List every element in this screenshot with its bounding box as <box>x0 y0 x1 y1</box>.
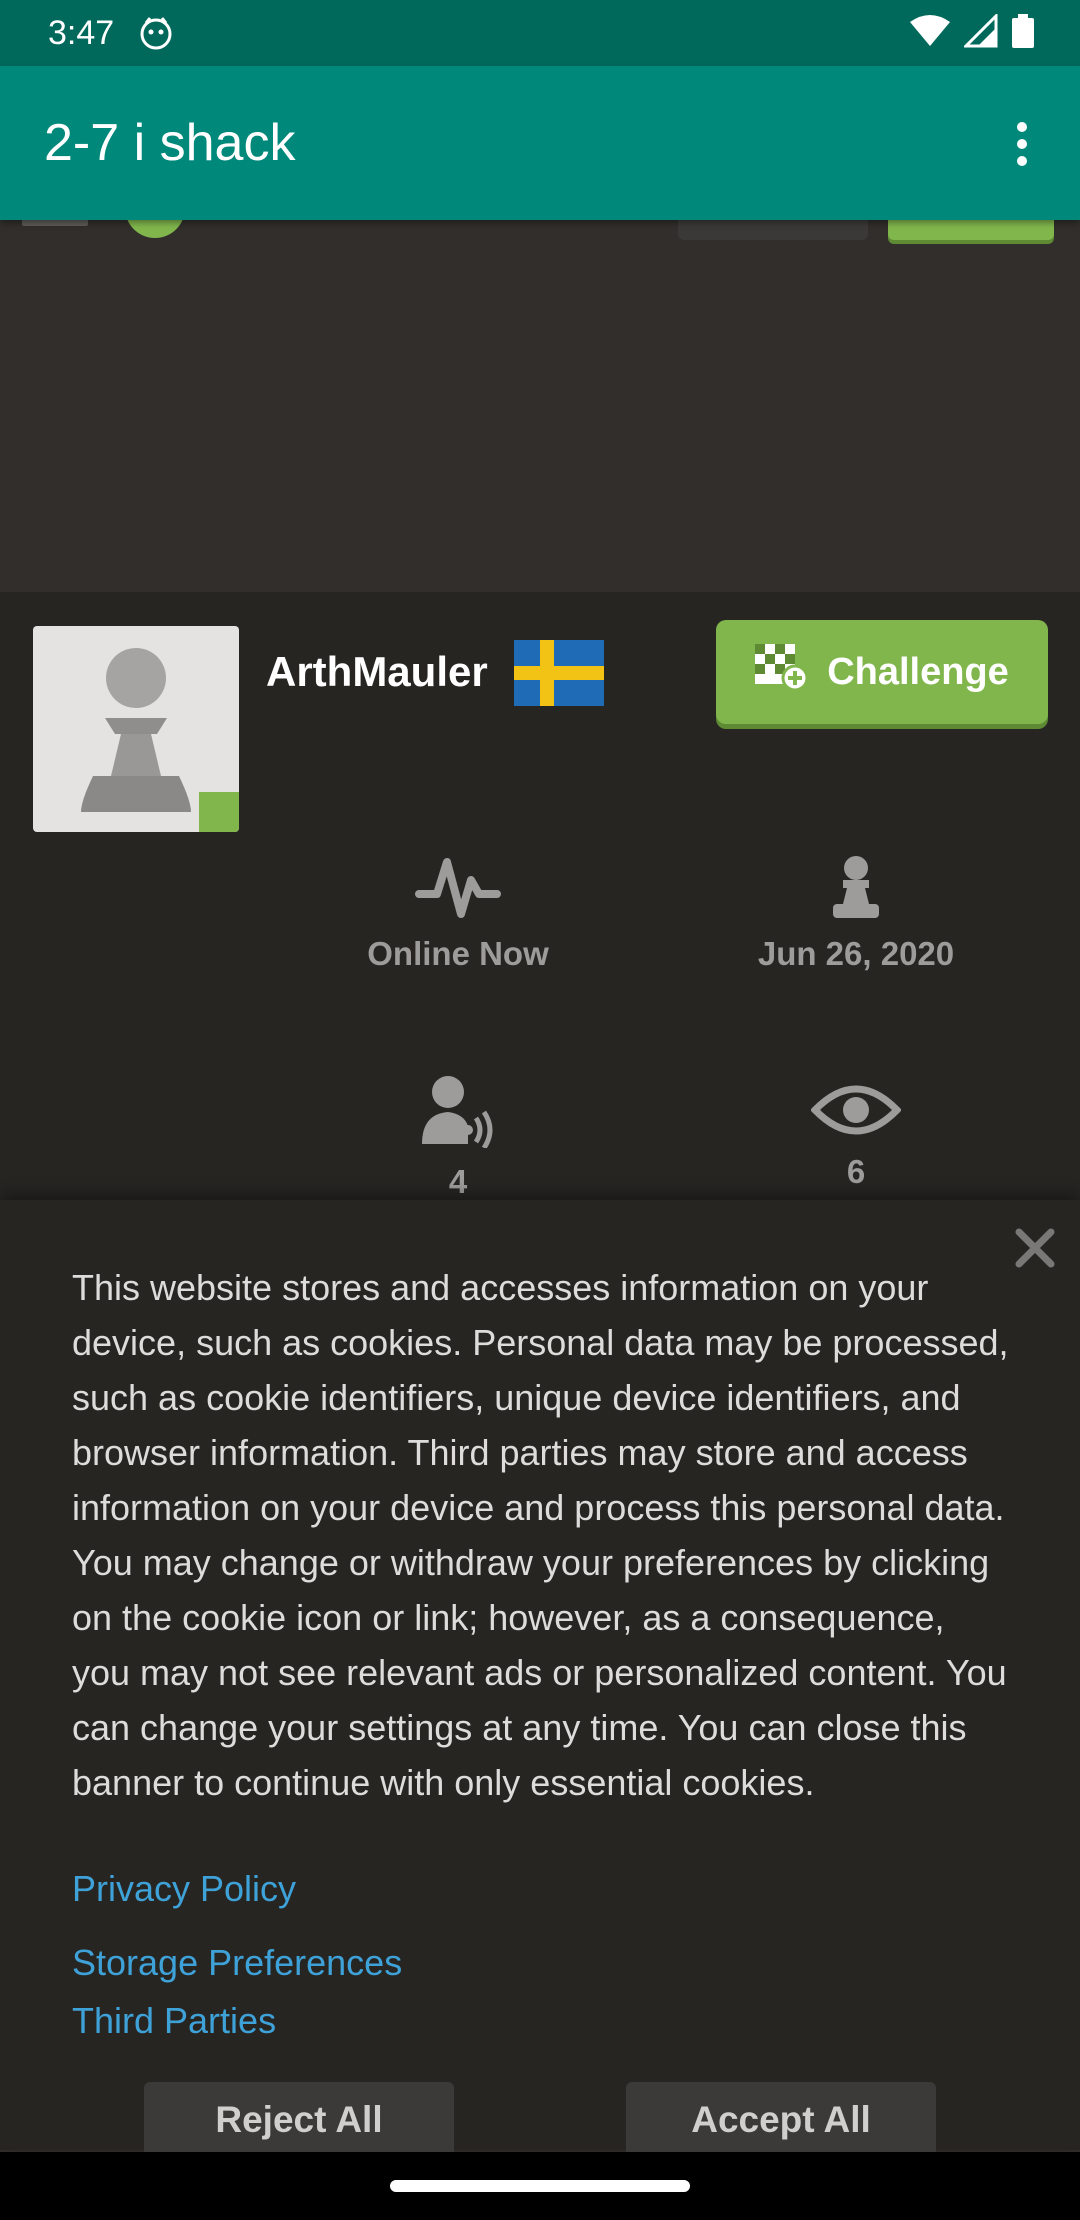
privacy-policy-link[interactable]: Privacy Policy <box>72 1868 296 1910</box>
app-bar: 2-7 i shack <box>0 66 1080 220</box>
cookie-banner: This website stores and accesses informa… <box>0 1200 1080 2158</box>
notification-icon <box>138 15 174 51</box>
cookie-text: This website stores and accesses informa… <box>72 1267 1009 1803</box>
signal-icon <box>962 12 998 57</box>
eye-icon <box>706 1082 1006 1143</box>
challenge-board-icon <box>755 644 809 700</box>
storage-preferences-link[interactable]: Storage Preferences <box>72 1942 402 1984</box>
avatar[interactable] <box>33 626 239 832</box>
battery-icon <box>1012 14 1034 57</box>
wifi-icon <box>910 14 950 57</box>
stat-label: Online Now <box>367 935 549 972</box>
challenge-button[interactable]: Challenge <box>716 620 1048 724</box>
username[interactable]: ArthMauler <box>266 648 488 696</box>
home-gesture-handle[interactable] <box>390 2180 690 2192</box>
profile-card: ArthMauler Challenge Online Now Jun 26, … <box>0 592 1080 1252</box>
reject-all-button[interactable]: Reject All <box>144 2082 454 2158</box>
stat-label: Jun 26, 2020 <box>757 935 955 972</box>
stat-online-status: Online Now <box>308 854 608 973</box>
close-icon[interactable] <box>1013 1226 1057 1270</box>
stat-label: 4 <box>448 1163 468 1200</box>
third-parties-link[interactable]: Third Parties <box>72 2000 276 2042</box>
sweden-flag-icon <box>514 640 604 706</box>
follower-icon <box>308 1074 608 1153</box>
overflow-menu-icon[interactable] <box>994 116 1050 172</box>
accept-all-button[interactable]: Accept All <box>626 2082 936 2158</box>
pulse-icon <box>308 854 608 925</box>
status-bar: 3:47 <box>0 0 1080 66</box>
stat-label: 6 <box>846 1153 866 1190</box>
app-title: 2-7 i shack <box>44 114 296 172</box>
stat-joined-date: Jun 26, 2020 <box>706 854 1006 973</box>
status-time: 3:47 <box>48 13 115 52</box>
stat-views: 6 <box>706 1082 1006 1191</box>
online-indicator <box>199 792 239 832</box>
system-nav-bar <box>0 2152 1080 2220</box>
stat-followers: 4 <box>308 1074 608 1201</box>
pawn-icon <box>706 854 1006 925</box>
challenge-label: Challenge <box>827 650 1009 693</box>
